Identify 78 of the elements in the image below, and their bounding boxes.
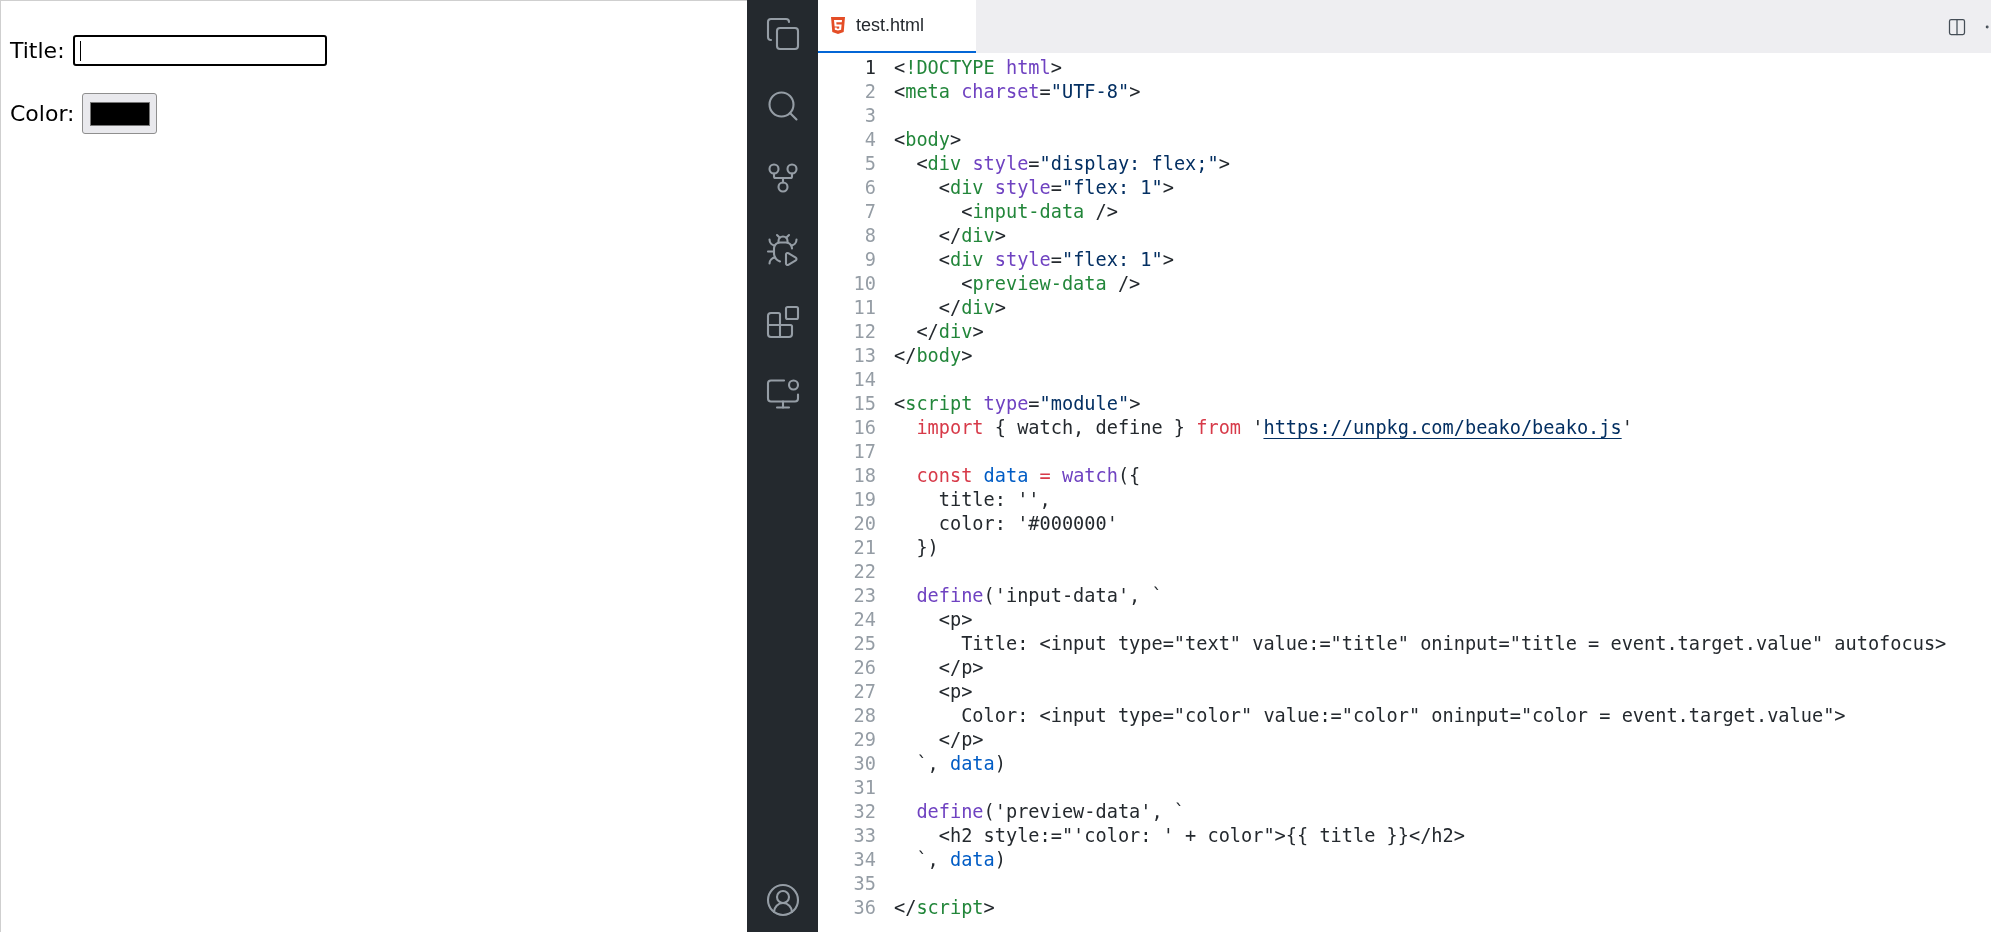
split-editor-icon[interactable] [1947, 16, 1967, 37]
code-line: define('input-data', ` [915, 584, 1163, 608]
line-number: 18 [852, 464, 876, 488]
line-number: 23 [852, 584, 876, 608]
field-label: Color: [10, 100, 75, 128]
line-number: 15 [852, 392, 876, 416]
code-line: }) [915, 536, 939, 560]
code-line: </p> [937, 728, 984, 752]
line-number: 33 [852, 824, 876, 848]
code-line: <div style="display: flex;"> [915, 152, 1230, 176]
line-number: 36 [852, 896, 876, 920]
code-line: </div> [915, 320, 984, 344]
editor-tab[interactable]: test.html [818, 0, 976, 53]
code-line: <script type="module"> [894, 392, 1141, 416]
line-number: 11 [852, 296, 876, 320]
line-number: 28 [852, 704, 876, 728]
line-number: 20 [852, 512, 876, 536]
line-number: 7 [863, 200, 876, 224]
line-number: 2 [863, 80, 876, 104]
line-number: 32 [852, 800, 876, 824]
line-number: 8 [863, 224, 876, 248]
code-line: </body> [894, 344, 973, 368]
code-line: </script> [894, 896, 995, 920]
monitor-icon[interactable] [764, 376, 801, 412]
line-number: 6 [863, 176, 876, 200]
line-number: 35 [852, 872, 876, 896]
code-line: define('preview-data', ` [915, 800, 1186, 824]
line-number: 9 [863, 248, 876, 272]
code-line: `, data) [915, 752, 1006, 776]
line-number: 14 [852, 368, 876, 392]
code-line: </div> [937, 224, 1006, 248]
code-line: <!DOCTYPE html> [894, 56, 1062, 80]
line-number: 17 [852, 440, 876, 464]
line-number: 34 [852, 848, 876, 872]
line-number: 25 [852, 632, 876, 656]
code-line: <preview-data /> [960, 272, 1141, 296]
files-icon[interactable] [764, 16, 801, 52]
code-line: `, data) [915, 848, 1006, 872]
line-number: 21 [852, 536, 876, 560]
line-number: 10 [852, 272, 876, 296]
code-line: <div style="flex: 1"> [937, 248, 1174, 272]
code-line: <div style="flex: 1"> [937, 176, 1174, 200]
line-number: 5 [863, 152, 876, 176]
code-line: <meta charset="UTF-8"> [894, 80, 1141, 104]
field-label: Title: [10, 37, 65, 65]
html-file-icon [830, 16, 846, 35]
line-number: 31 [852, 776, 876, 800]
line-number: 13 [852, 344, 876, 368]
code-line: <p> [937, 680, 973, 704]
line-number: 27 [852, 680, 876, 704]
line-number: 3 [863, 104, 876, 128]
line-number: 26 [852, 656, 876, 680]
code-line: </div> [937, 296, 1006, 320]
line-number: 4 [863, 128, 876, 152]
code-line: color: '#000000' [937, 512, 1118, 536]
code-line: Color: <input type="color" value:="color" oninput="color = event.target.value"> [960, 704, 1846, 728]
code-line: <body> [894, 128, 962, 152]
code-line: </p> [937, 656, 984, 680]
account-icon[interactable] [764, 882, 801, 918]
code-line: <h2 style:="'color: ' + color">{{ title }}</h2> [937, 824, 1465, 848]
code-line: <input-data /> [960, 200, 1118, 224]
line-number: 30 [852, 752, 876, 776]
bug-play-icon[interactable] [764, 232, 801, 268]
line-number: 19 [852, 488, 876, 512]
line-number: 24 [852, 608, 876, 632]
line-number: 22 [852, 560, 876, 584]
code-line: <p> [937, 608, 973, 632]
blocks-icon[interactable] [764, 304, 801, 340]
code-line: Title: <input type="text" value:="title" oninput="title = event.target.value" autofocus> [960, 632, 1947, 656]
line-number: 16 [852, 416, 876, 440]
line-number: 12 [852, 320, 876, 344]
code-line: const data = watch({ [915, 464, 1141, 488]
code-line: title: '', [937, 488, 1051, 512]
title-input-field[interactable] [72, 35, 327, 66]
color-picker-button[interactable] [82, 93, 158, 134]
line-number: 29 [852, 728, 876, 752]
line-number: 1 [863, 56, 876, 80]
code-line: import { watch, define } from 'https://unpkg.com/beako/beako.js' [915, 416, 1633, 440]
